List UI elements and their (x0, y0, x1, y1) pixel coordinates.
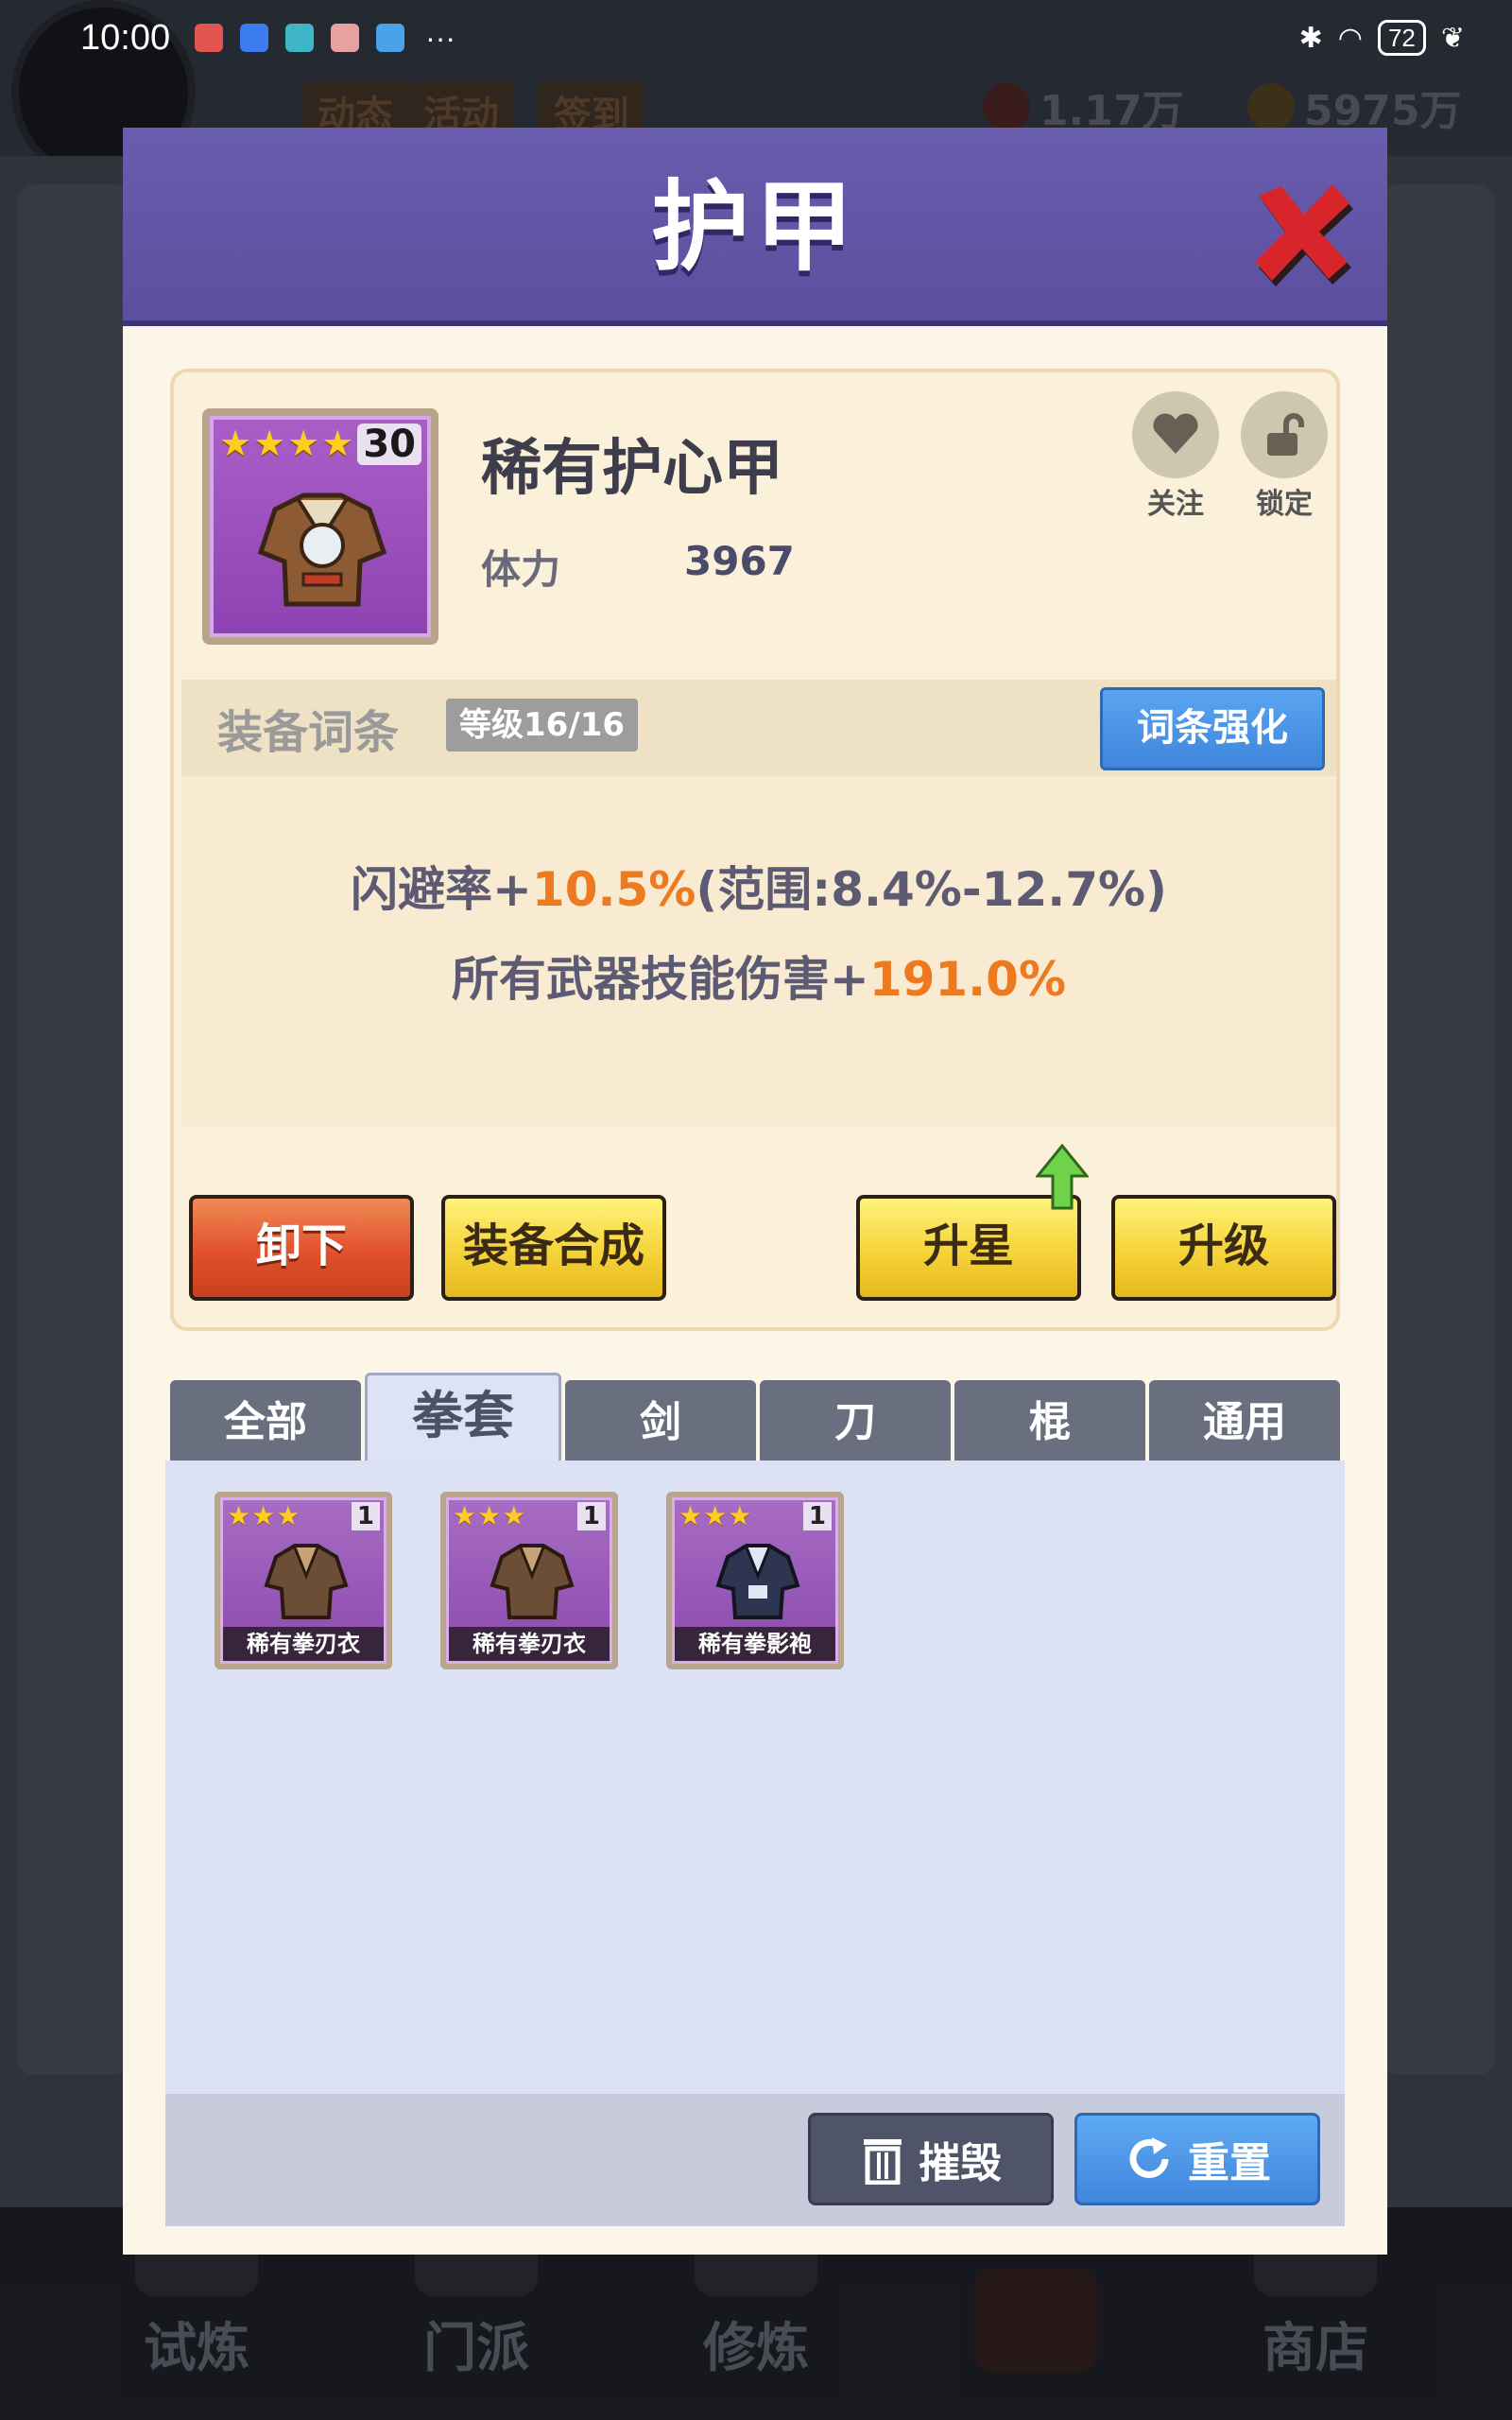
battery-indicator: 72 (1377, 20, 1426, 56)
item-name: 稀有护心甲 (481, 434, 783, 504)
affix-dodge-prefix: 闪避率+ (351, 862, 532, 917)
star-icon: ★ (253, 423, 286, 464)
star-icon: ★ (219, 423, 252, 464)
tab-sword[interactable]: 剑 (565, 1380, 756, 1465)
affix-line-skill-damage: 所有武器技能伤害+191.0% (181, 942, 1336, 1010)
star-up-button[interactable]: 升星 (856, 1144, 1089, 1301)
unequip-button[interactable]: 卸下 (189, 1195, 414, 1301)
status-right: ✱ ◠ 72 ❦ (1299, 20, 1465, 56)
browser-notification-icon (376, 24, 405, 52)
armor-icon (257, 493, 387, 607)
destroy-button[interactable]: 摧毁 (808, 2113, 1054, 2205)
item-name: 稀有拳刃衣 (449, 1627, 610, 1661)
stat-label: 体力 (481, 546, 561, 593)
tab-blade[interactable]: 刀 (760, 1380, 951, 1465)
category-tabs: 全部 拳套 剑 刀 棍 通用 (170, 1373, 1340, 1465)
inventory-item-icon: ★ ★ ★ 1 稀有拳刃衣 (220, 1497, 387, 1664)
inventory-item[interactable]: ★ ★ ★ 1 稀有拳影袍 (666, 1492, 844, 1669)
stat-value: 3967 (684, 538, 795, 584)
trash-icon (864, 2139, 902, 2185)
star-icon: ★ (287, 423, 320, 464)
affix-header: 装备词条 等级16/16 词条强化 (181, 680, 1336, 776)
synthesize-button[interactable]: 装备合成 (441, 1195, 666, 1301)
reset-label: 重置 (1188, 2139, 1271, 2187)
star-icon: ★ (679, 1500, 703, 1531)
status-time: 10:00 (80, 17, 171, 58)
star-icon: ★ (251, 1500, 276, 1531)
follow-label: 关注 (1147, 488, 1204, 521)
armor-modal: 护甲 ★ ★ ★ ★ 30 稀有护心甲 体力 3967 关注 锁定 装备词条 等… (123, 128, 1387, 2255)
download-notification-icon (285, 24, 315, 52)
affix-list: 闪避率+10.5%(范围:8.4%-12.7%) 所有武器技能伤害+191.0% (181, 776, 1336, 1128)
upgrade-button[interactable]: 升级 (1111, 1195, 1336, 1301)
inventory-item-icon: ★ ★ ★ 1 稀有拳影袍 (672, 1497, 838, 1664)
wifi-icon: ◠ (1337, 22, 1363, 54)
lock-button[interactable]: 锁定 (1237, 391, 1332, 522)
up-arrow-icon (1036, 1144, 1089, 1210)
item-count: 1 (802, 1502, 832, 1530)
close-icon (1255, 184, 1353, 286)
bluetooth-icon: ✱ (1298, 22, 1323, 54)
more-notifications: ··· (425, 20, 456, 55)
affix-enhance-button[interactable]: 词条强化 (1100, 687, 1325, 770)
item-icon: ★ ★ ★ ★ 30 (210, 416, 431, 637)
star-icon: ★ (227, 1500, 251, 1531)
item-stars: ★ ★ ★ (227, 1502, 300, 1530)
tab-all[interactable]: 全部 (170, 1380, 361, 1465)
lock-label: 锁定 (1256, 488, 1313, 521)
item-stars: ★ ★ ★ (453, 1502, 525, 1530)
robe-icon (490, 1544, 575, 1619)
item-icon-frame[interactable]: ★ ★ ★ ★ 30 (202, 408, 438, 645)
robe-icon (264, 1544, 349, 1619)
affix-skill-value: 191.0% (868, 952, 1067, 1007)
item-level-badge: 30 (357, 424, 421, 465)
inventory-actions: 摧毁 重置 (165, 2094, 1345, 2226)
item-count: 1 (351, 1502, 380, 1530)
leaf-icon: ❦ (1440, 22, 1465, 54)
inventory-item[interactable]: ★ ★ ★ 1 稀有拳刃衣 (215, 1492, 392, 1669)
close-button[interactable] (1246, 175, 1359, 288)
item-info-card: ★ ★ ★ ★ 30 稀有护心甲 体力 3967 关注 锁定 装备词条 等级16… (170, 369, 1340, 1331)
unlock-icon (1241, 391, 1328, 478)
item-count: 1 (576, 1502, 606, 1530)
affix-dodge-range: (范围:8.4%-12.7%) (696, 862, 1167, 917)
destroy-label: 摧毁 (919, 2139, 1002, 2187)
app-notification-icon (195, 24, 224, 52)
shield-notification-icon (240, 24, 269, 52)
item-name: 稀有拳影袍 (675, 1627, 835, 1661)
affix-line-dodge: 闪避率+10.5%(范围:8.4%-12.7%) (181, 852, 1336, 920)
star-icon: ★ (321, 423, 354, 464)
affix-title: 装备词条 (217, 706, 400, 759)
affix-skill-prefix: 所有武器技能伤害+ (451, 952, 869, 1007)
item-name: 稀有拳刃衣 (223, 1627, 384, 1661)
heart-icon (1132, 391, 1219, 478)
star-icon: ★ (502, 1500, 526, 1531)
refresh-icon (1129, 2137, 1169, 2178)
item-stars: ★ ★ ★ ★ (219, 425, 353, 461)
star-icon: ★ (453, 1500, 477, 1531)
affix-dodge-value: 10.5% (531, 862, 696, 917)
follow-button[interactable]: 关注 (1128, 391, 1223, 522)
shadow-robe-icon (715, 1544, 800, 1619)
inventory-item-icon: ★ ★ ★ 1 稀有拳刃衣 (446, 1497, 612, 1664)
star-icon: ★ (276, 1500, 301, 1531)
item-stars: ★ ★ ★ (679, 1502, 751, 1530)
calendar-notification-icon (331, 24, 360, 52)
affix-level-badge: 等级16/16 (446, 699, 639, 752)
tab-gauntlet[interactable]: 拳套 (365, 1373, 561, 1465)
inventory-item[interactable]: ★ ★ ★ 1 稀有拳刃衣 (440, 1492, 618, 1669)
star-up-label: 升星 (922, 1219, 1014, 1272)
star-icon: ★ (703, 1500, 728, 1531)
tab-staff[interactable]: 棍 (954, 1380, 1145, 1465)
reset-button[interactable]: 重置 (1074, 2113, 1320, 2205)
star-icon: ★ (728, 1500, 752, 1531)
tab-general[interactable]: 通用 (1149, 1380, 1340, 1465)
modal-title: 护甲 (650, 169, 859, 285)
star-icon: ★ (477, 1500, 502, 1531)
status-bar: 10:00 ··· ✱ ◠ 72 ❦ (0, 0, 1512, 76)
